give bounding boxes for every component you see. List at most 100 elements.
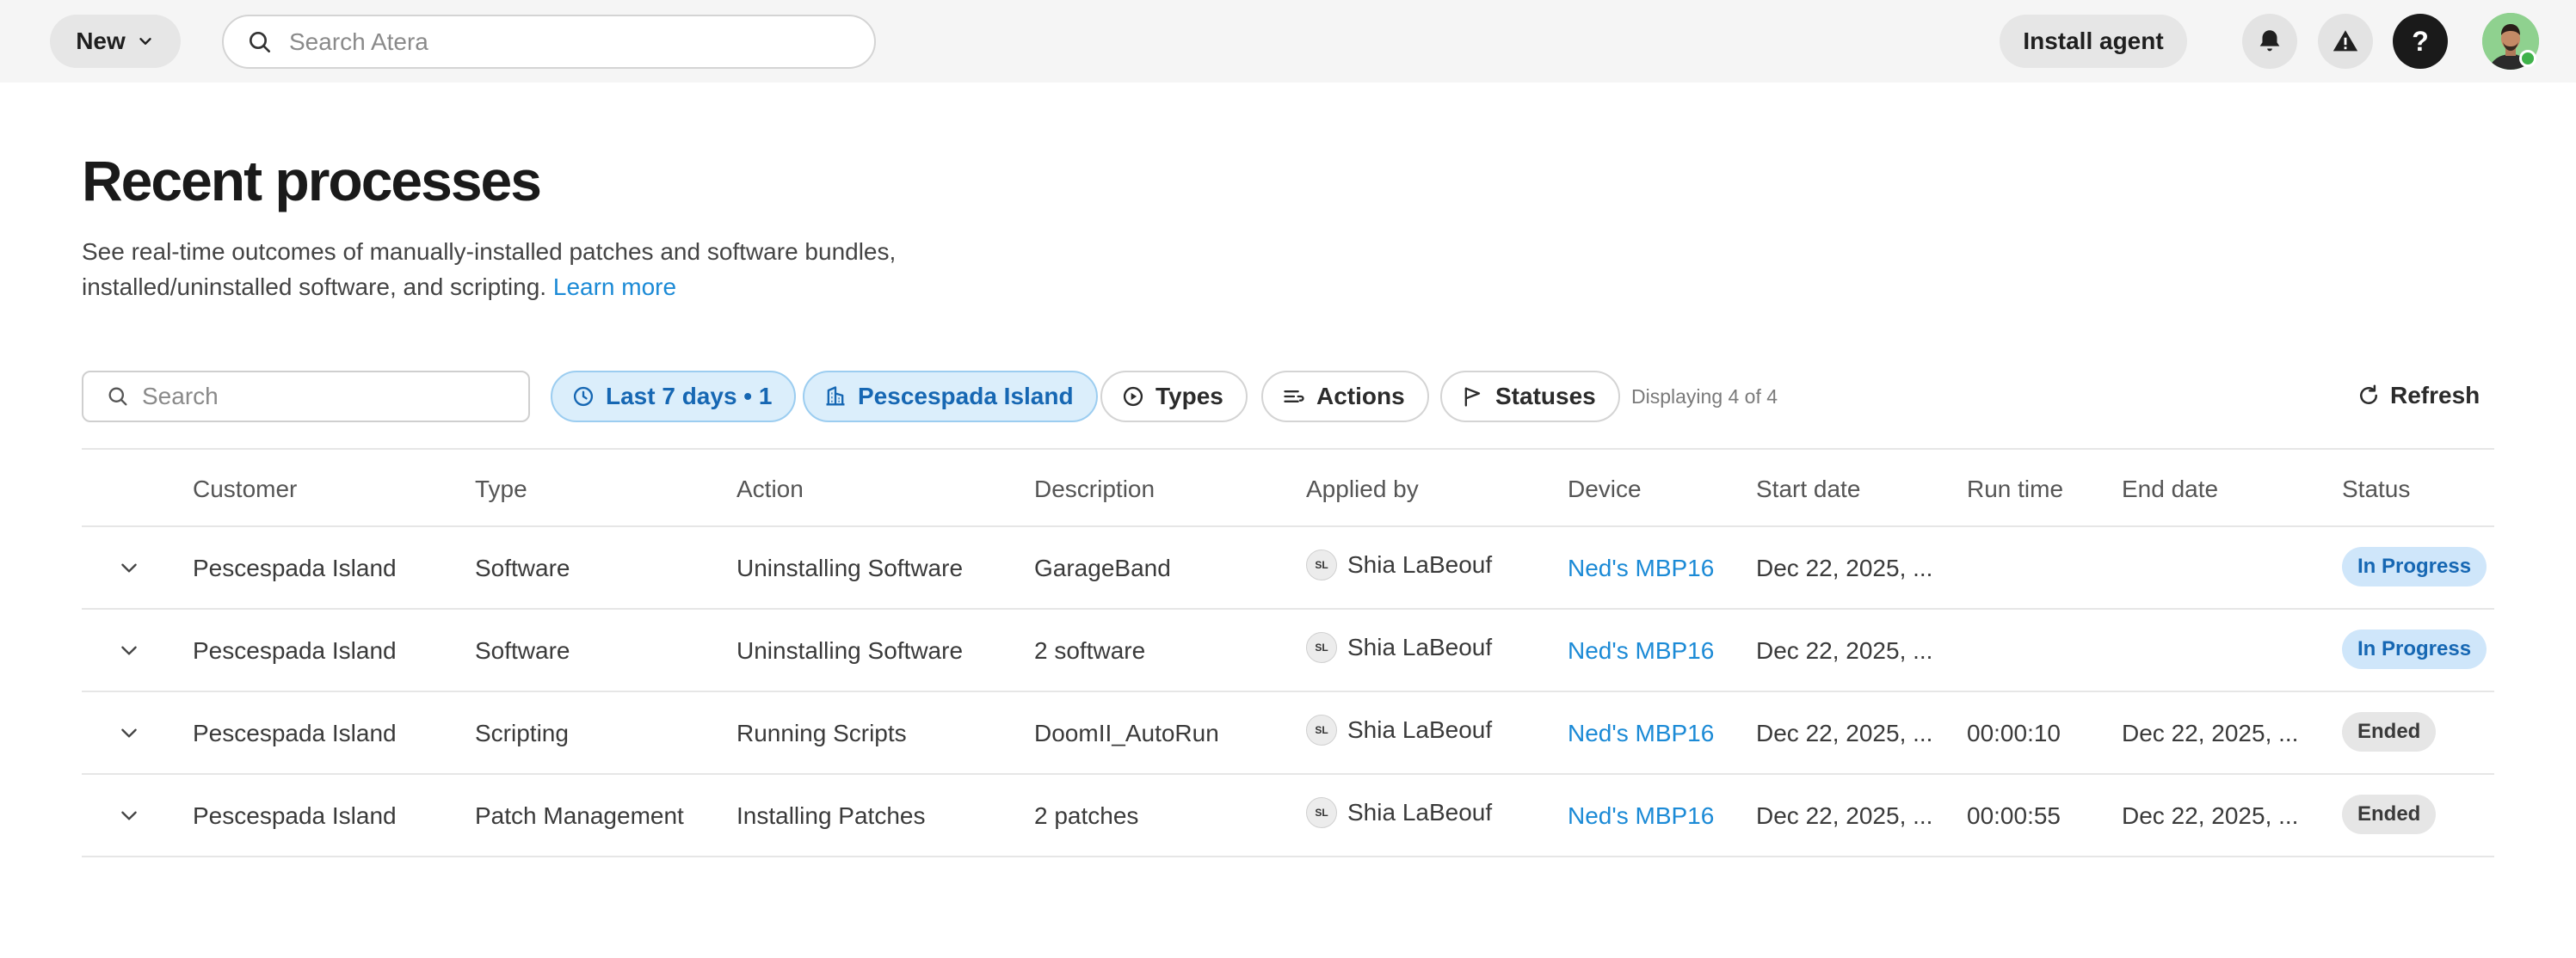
new-button[interactable]: New (50, 15, 181, 68)
flag-icon (1464, 387, 1481, 407)
cell-action: Installing Patches (736, 802, 926, 829)
expand-row-button[interactable] (114, 718, 144, 747)
device-link[interactable]: Ned's MBP16 (1568, 637, 1714, 665)
column-header-start-date[interactable]: Start date (1756, 476, 1860, 503)
cell-run-time: 00:00:55 (1967, 802, 2061, 829)
column-header-end-date[interactable]: End date (2122, 476, 2218, 503)
cell-type: Software (475, 637, 570, 664)
customer-filter[interactable]: Pescespada Island (803, 371, 1098, 422)
search-icon (108, 387, 127, 406)
table-row[interactable]: Pescespada Island Software Uninstalling … (82, 610, 2494, 692)
column-header-customer[interactable]: Customer (193, 476, 297, 503)
chevron-down-icon (139, 38, 151, 45)
column-header-action[interactable]: Action (736, 476, 804, 503)
cell-applied-by: SL Shia LaBeouf (1306, 550, 1492, 580)
cell-applied-by: SL Shia LaBeouf (1306, 797, 1492, 828)
actions-filter-label: Actions (1316, 383, 1405, 409)
user-initials-avatar: SL (1306, 550, 1337, 580)
user-initials-avatar: SL (1306, 715, 1337, 746)
applied-by-name: Shia LaBeouf (1347, 551, 1493, 578)
page-description-text: See real-time outcomes of manually-insta… (82, 238, 897, 300)
cell-description: 2 patches (1034, 802, 1139, 829)
cell-type: Software (475, 555, 570, 581)
online-status-dot (2519, 50, 2536, 67)
cell-applied-by: SL Shia LaBeouf (1306, 715, 1492, 746)
global-search-input[interactable] (289, 28, 857, 56)
table-row[interactable]: Pescespada Island Software Uninstalling … (82, 527, 2494, 610)
column-header-type[interactable]: Type (475, 476, 527, 503)
cell-end-date: Dec 22, 2025, ... (2122, 720, 2299, 746)
column-header-description[interactable]: Description (1034, 476, 1155, 503)
help-icon: ? (2412, 25, 2429, 57)
types-filter[interactable]: Types (1100, 371, 1248, 422)
page-description: See real-time outcomes of manually-insta… (82, 234, 959, 304)
column-header-run-time[interactable]: Run time (1967, 476, 2063, 503)
date-range-filter[interactable]: Last 7 days • 1 (551, 371, 797, 422)
cell-description: DoomII_AutoRun (1034, 720, 1219, 746)
applied-by-name: Shia LaBeouf (1347, 716, 1493, 743)
applied-by-name: Shia LaBeouf (1347, 799, 1493, 826)
cell-description: GarageBand (1034, 555, 1171, 581)
process-search-input[interactable] (142, 383, 512, 410)
cell-customer: Pescespada Island (193, 637, 397, 664)
chevron-down-icon (121, 646, 137, 655)
cell-customer: Pescespada Island (193, 720, 397, 746)
cell-start-date: Dec 22, 2025, ... (1756, 720, 1933, 746)
table-row[interactable]: Pescespada Island Scripting Running Scri… (82, 692, 2494, 775)
expand-row-button[interactable] (114, 801, 144, 830)
install-agent-button[interactable]: Install agent (2000, 15, 2187, 68)
refresh-button[interactable]: Refresh (2356, 382, 2480, 409)
expand-row-button[interactable] (114, 636, 144, 665)
learn-more-link[interactable]: Learn more (553, 273, 676, 300)
refresh-label: Refresh (2390, 382, 2480, 408)
date-range-filter-label: Last 7 days • 1 (606, 383, 773, 409)
refresh-icon (2360, 384, 2377, 404)
cell-end-date: Dec 22, 2025, ... (2122, 802, 2299, 829)
cell-applied-by: SL Shia LaBeouf (1306, 632, 1492, 663)
cell-action: Uninstalling Software (736, 555, 964, 581)
play-circle-icon (1123, 386, 1143, 407)
cell-description: 2 software (1034, 637, 1146, 664)
displaying-count: Displaying 4 of 4 (1631, 385, 1778, 408)
cell-action: Uninstalling Software (736, 637, 964, 664)
global-search (222, 15, 876, 69)
chevron-down-icon (121, 563, 137, 573)
notifications-button[interactable] (2242, 14, 2297, 69)
statuses-filter-label: Statuses (1495, 383, 1596, 409)
clock-icon (573, 386, 594, 407)
cell-type: Scripting (475, 720, 569, 746)
user-initials-avatar: SL (1306, 797, 1337, 828)
new-button-label: New (76, 28, 126, 54)
table-row[interactable]: Pescespada Island Patch Management Insta… (82, 775, 2494, 857)
device-link[interactable]: Ned's MBP16 (1568, 555, 1714, 582)
cell-customer: Pescespada Island (193, 802, 397, 829)
alerts-button[interactable] (2318, 14, 2373, 69)
chevron-down-icon (121, 811, 137, 820)
column-header-device[interactable]: Device (1568, 476, 1642, 503)
cell-action: Running Scripts (736, 720, 907, 746)
device-link[interactable]: Ned's MBP16 (1568, 802, 1714, 830)
building-icon (826, 386, 845, 406)
types-filter-label: Types (1156, 383, 1223, 409)
cell-start-date: Dec 22, 2025, ... (1756, 637, 1933, 664)
processes-table: Customer Type Action Description Applied… (82, 448, 2494, 857)
install-agent-label: Install agent (2023, 28, 2164, 54)
top-bar: New Install agent ? (0, 0, 2576, 83)
user-initials-avatar: SL (1306, 632, 1337, 663)
column-header-applied-by[interactable]: Applied by (1306, 476, 1419, 503)
status-badge: Ended (2342, 795, 2437, 834)
warning-icon (2333, 30, 2358, 52)
customer-filter-label: Pescespada Island (858, 383, 1074, 409)
cell-run-time: 00:00:10 (1967, 720, 2061, 746)
chevron-down-icon (121, 728, 137, 738)
help-button[interactable]: ? (2393, 14, 2448, 69)
column-header-status[interactable]: Status (2342, 476, 2410, 503)
list-filter-icon (1284, 390, 1304, 402)
device-link[interactable]: Ned's MBP16 (1568, 720, 1714, 747)
actions-filter[interactable]: Actions (1261, 371, 1429, 422)
status-badge: In Progress (2342, 629, 2487, 669)
expand-row-button[interactable] (114, 553, 144, 582)
status-badge: Ended (2342, 712, 2437, 752)
statuses-filter[interactable]: Statuses (1440, 371, 1620, 422)
table-header: Customer Type Action Description Applied… (82, 448, 2494, 527)
